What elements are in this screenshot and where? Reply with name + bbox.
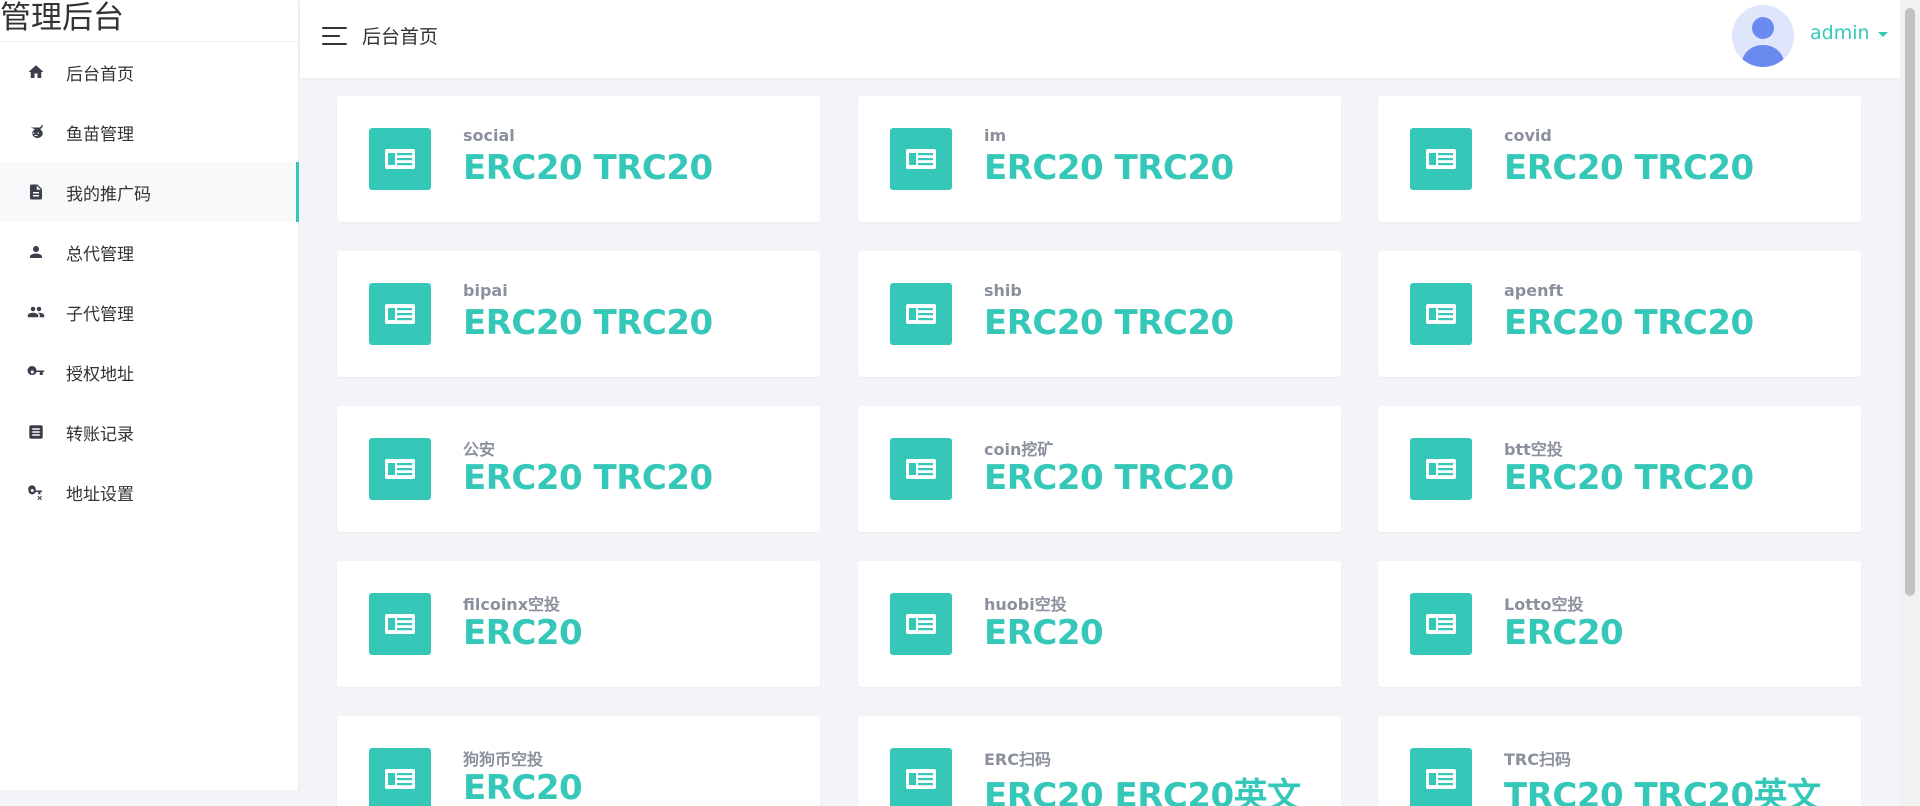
promo-card[interactable]: 公安 ERC20 TRC20 (337, 406, 820, 532)
promo-card-value: ERC20 (984, 613, 1104, 653)
ticket-icon (890, 438, 952, 500)
ticket-icon (890, 748, 952, 806)
list-box-icon (26, 422, 46, 442)
ticket-icon (369, 748, 431, 806)
promo-card-value: ERC20 (463, 768, 583, 806)
promo-card-label: covid (1504, 126, 1552, 145)
sidebar-item-home[interactable]: 后台首页 (0, 42, 298, 102)
sidebar-item-label: 转账记录 (66, 424, 134, 445)
promo-card[interactable]: btt空投 ERC20 TRC20 (1378, 406, 1861, 532)
promo-card-label: huobi空投 (984, 595, 1067, 614)
ticket-icon (369, 593, 431, 655)
promo-card[interactable]: ERC扫码 ERC20 ERC20英文 (858, 716, 1341, 806)
ticket-icon (1410, 593, 1472, 655)
sidebar-item-label: 地址设置 (66, 484, 134, 505)
promo-card[interactable]: covid ERC20 TRC20 (1378, 96, 1861, 222)
document-icon (26, 182, 46, 202)
user-icon (26, 242, 46, 262)
ticket-icon (369, 128, 431, 190)
ticket-icon (1410, 748, 1472, 806)
promo-card-value: ERC20 (463, 613, 583, 653)
sidebar-item-label: 子代管理 (66, 304, 134, 325)
sidebar-item-label: 总代管理 (66, 244, 134, 265)
promo-card-label: apenft (1504, 281, 1564, 300)
promo-card-value: ERC20 TRC20 (1504, 148, 1754, 188)
promo-card-label: 狗狗币空投 (463, 750, 544, 769)
promo-card-value: ERC20 TRC20 (984, 458, 1234, 498)
app-title: 管理后台 (0, 0, 298, 42)
ticket-icon (369, 283, 431, 345)
promo-card-label: social (463, 126, 515, 145)
sidebar-menu: 后台首页 鱼苗管理 我的推广码 总代管理 子代管理 授权地址 转账记录 地址设置 (0, 42, 299, 522)
promo-card-label: 公安 (463, 440, 496, 459)
key-settings-icon (26, 482, 46, 502)
promo-card-label: TRC扫码 (1504, 750, 1571, 769)
promo-card-label: ERC扫码 (984, 750, 1051, 769)
top-header: 后台首页 admin (300, 0, 1900, 78)
page-title: 后台首页 (362, 26, 439, 48)
promo-card-value: TRC20 TRC20英文 (1504, 776, 1821, 806)
promo-card[interactable]: filcoinx空投 ERC20 (337, 561, 820, 687)
sidebar-item-label: 我的推广码 (66, 184, 151, 205)
sidebar-item-sub-agents[interactable]: 子代管理 (0, 282, 298, 342)
promo-card[interactable]: coin挖矿 ERC20 TRC20 (858, 406, 1341, 532)
promo-card[interactable]: bipai ERC20 TRC20 (337, 251, 820, 377)
promo-card[interactable]: 狗狗币空投 ERC20 (337, 716, 820, 806)
promo-card[interactable]: huobi空投 ERC20 (858, 561, 1341, 687)
menu-toggle-icon[interactable] (322, 27, 347, 45)
promo-card-value: ERC20 TRC20 (984, 303, 1234, 343)
promo-card-value: ERC20 TRC20 (463, 458, 713, 498)
ticket-icon (890, 128, 952, 190)
sidebar-item-address-settings[interactable]: 地址设置 (0, 462, 298, 522)
sidebar-item-transfer-records[interactable]: 转账记录 (0, 402, 298, 462)
chevron-down-icon[interactable] (1878, 32, 1888, 37)
promo-card[interactable]: im ERC20 TRC20 (858, 96, 1341, 222)
sidebar-item-general-agents[interactable]: 总代管理 (0, 222, 298, 282)
user-menu-button[interactable]: admin (1810, 22, 1870, 44)
avatar[interactable] (1732, 5, 1794, 67)
promo-card-label: shib (984, 281, 1022, 300)
sidebar-item-my-promo-code[interactable]: 我的推广码 (0, 162, 299, 222)
home-icon (26, 62, 46, 82)
promo-card[interactable]: shib ERC20 TRC20 (858, 251, 1341, 377)
promo-card-value: ERC20 ERC20英文 (984, 776, 1301, 806)
sidebar-item-label: 鱼苗管理 (66, 124, 134, 145)
sidebar-item-label: 后台首页 (66, 64, 134, 85)
ticket-icon (1410, 128, 1472, 190)
sidebar-item-label: 授权地址 (66, 364, 134, 385)
ticket-icon (890, 593, 952, 655)
promo-card[interactable]: apenft ERC20 TRC20 (1378, 251, 1861, 377)
sidebar-item-authorized-addresses[interactable]: 授权地址 (0, 342, 298, 402)
cow-icon (26, 122, 46, 142)
promo-card-label: bipai (463, 281, 508, 300)
sidebar-item-fry-management[interactable]: 鱼苗管理 (0, 102, 298, 162)
promo-card-label: btt空投 (1504, 440, 1563, 459)
promo-card-label: coin挖矿 (984, 440, 1054, 459)
promo-card-value: ERC20 TRC20 (463, 148, 713, 188)
promo-card-value: ERC20 TRC20 (463, 303, 713, 343)
promo-card-value: ERC20 TRC20 (1504, 303, 1754, 343)
promo-card-label: im (984, 126, 1007, 145)
promo-card-value: ERC20 (1504, 613, 1624, 653)
key-icon (26, 362, 46, 382)
promo-card[interactable]: TRC扫码 TRC20 TRC20英文 (1378, 716, 1861, 806)
promo-card-label: filcoinx空投 (463, 595, 561, 614)
users-icon (26, 302, 46, 322)
ticket-icon (890, 283, 952, 345)
promo-card-value: ERC20 TRC20 (1504, 458, 1754, 498)
promo-card[interactable]: social ERC20 TRC20 (337, 96, 820, 222)
promo-card[interactable]: Lotto空投 ERC20 (1378, 561, 1861, 687)
sidebar: 管理后台 后台首页 鱼苗管理 我的推广码 总代管理 子代管理 授权地址 转账记录… (0, 0, 299, 790)
ticket-icon (1410, 438, 1472, 500)
promo-card-value: ERC20 TRC20 (984, 148, 1234, 188)
scrollbar-thumb[interactable] (1905, 8, 1915, 596)
promo-card-label: Lotto空投 (1504, 595, 1584, 614)
page-scrollbar[interactable] (1900, 0, 1920, 806)
ticket-icon (369, 438, 431, 500)
ticket-icon (1410, 283, 1472, 345)
